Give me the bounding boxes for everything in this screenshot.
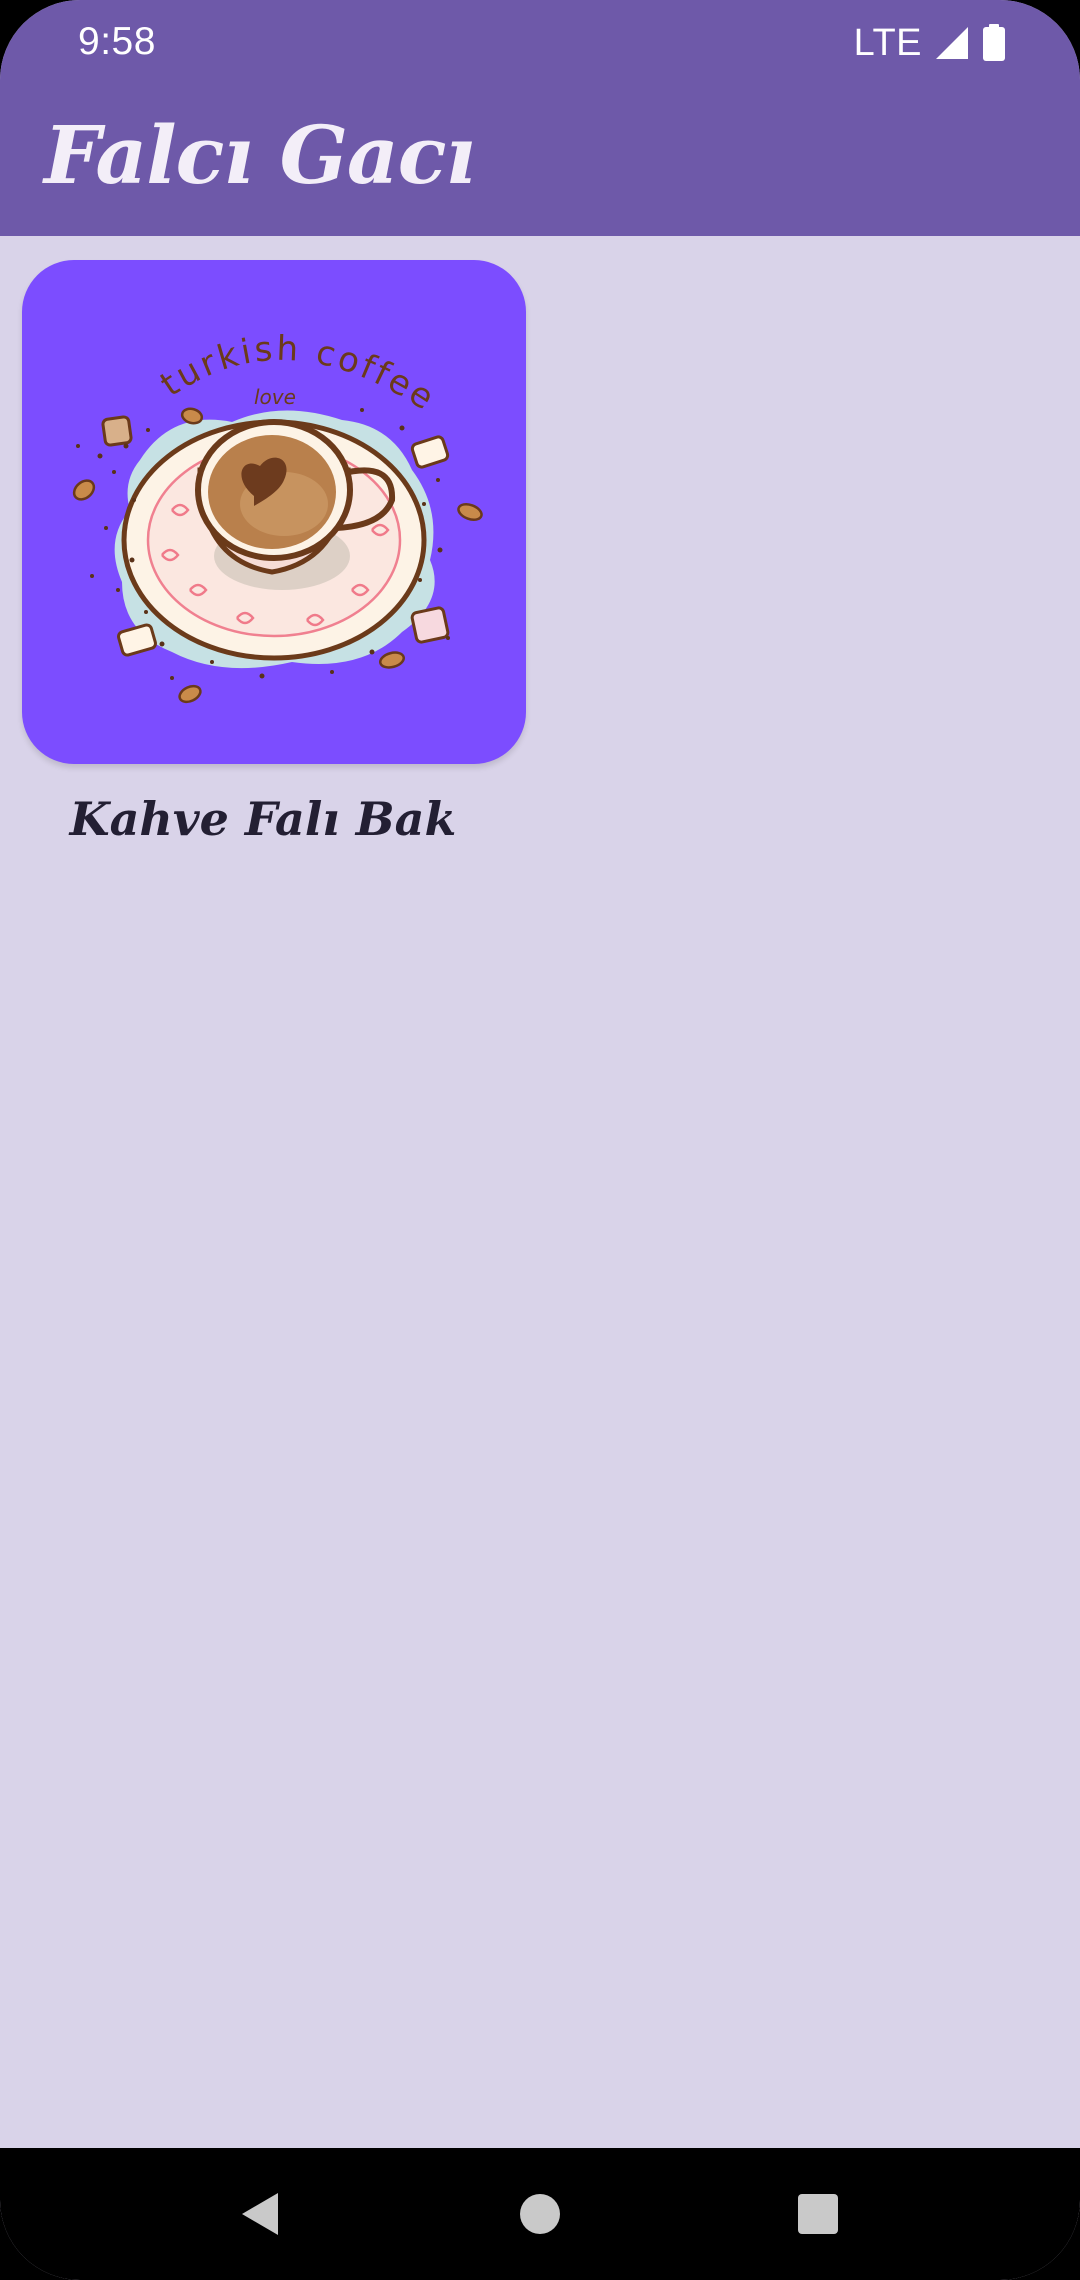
status-icons: LTE	[854, 18, 1006, 68]
coffee-fortune-tile[interactable]: turkish coffee love	[22, 260, 526, 764]
home-icon	[519, 2193, 561, 2235]
illustration-subcaption: love	[254, 385, 296, 409]
coffee-fortune-label[interactable]: Kahve Falı Bak	[0, 792, 526, 846]
illustration-caption: turkish coffee	[153, 329, 440, 420]
app-bar: Falcı Gacı	[0, 88, 1080, 236]
signal-icon	[934, 25, 970, 61]
navigation-bar	[0, 2148, 1080, 2280]
status-time: 9:58	[78, 20, 156, 63]
svg-text:turkish coffee: turkish coffee	[153, 329, 443, 420]
network-type-label: LTE	[853, 21, 922, 64]
recents-button[interactable]	[782, 2178, 854, 2250]
home-button[interactable]	[504, 2178, 576, 2250]
recents-icon	[797, 2193, 839, 2235]
back-button[interactable]	[224, 2178, 296, 2250]
back-icon	[238, 2191, 282, 2237]
status-bar: 9:58 LTE	[0, 0, 1080, 88]
main-content: turkish coffee love Kahve Falı Bak	[0, 236, 1080, 2148]
battery-icon	[982, 24, 1006, 62]
turkish-coffee-illustration: turkish coffee love	[72, 329, 483, 704]
app-title: Falcı Gacı	[44, 108, 476, 202]
phone-screen: 9:58 LTE Falcı Gacı turkish coffee love …	[0, 0, 1080, 2280]
top-area: 9:58 LTE Falcı Gacı	[0, 0, 1080, 236]
